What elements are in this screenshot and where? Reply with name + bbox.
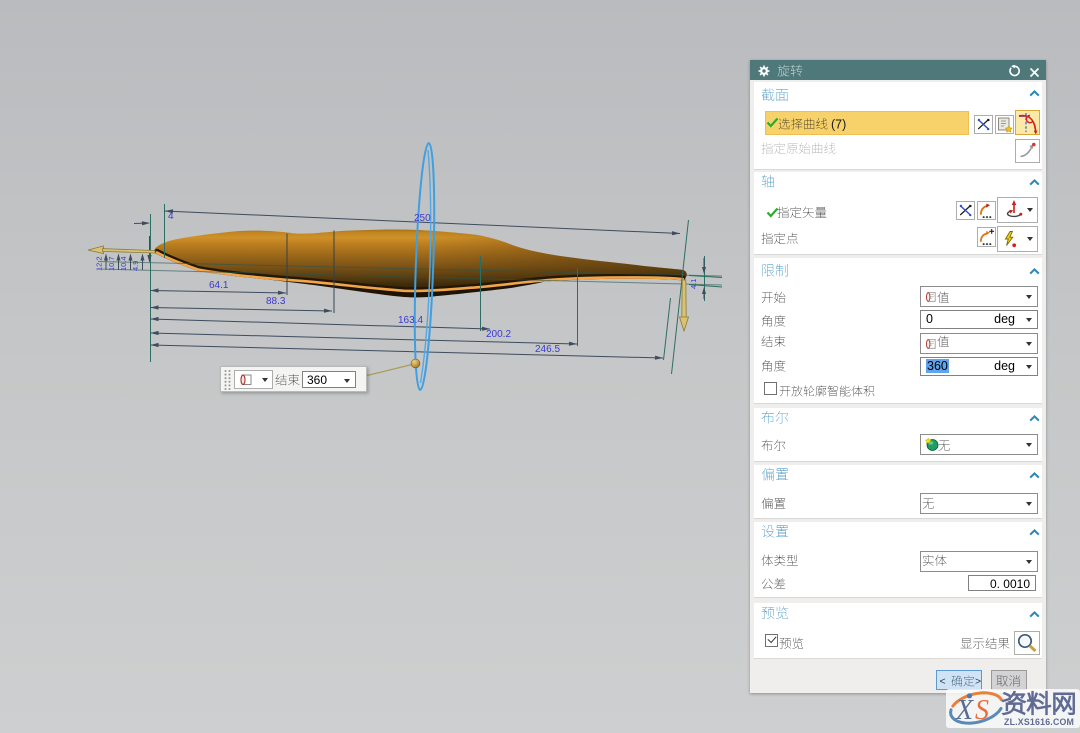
svg-text:200.2: 200.2 [486, 329, 511, 340]
svg-text:X: X [955, 695, 974, 726]
svg-text:4: 4 [168, 211, 174, 222]
svg-text:10.7: 10.7 [107, 256, 116, 271]
svg-text:88.3: 88.3 [266, 296, 286, 307]
svg-text:S: S [975, 695, 989, 726]
svg-text:250: 250 [414, 213, 431, 224]
svg-text:10.4: 10.4 [119, 256, 128, 271]
svg-text:12.2: 12.2 [95, 256, 104, 271]
svg-text:4.9: 4.9 [131, 261, 140, 271]
svg-text:64.1: 64.1 [209, 280, 229, 291]
svg-text:246.5: 246.5 [535, 344, 560, 355]
svg-text:163.4: 163.4 [398, 315, 423, 326]
svg-text:4.1: 4.1 [689, 279, 698, 289]
